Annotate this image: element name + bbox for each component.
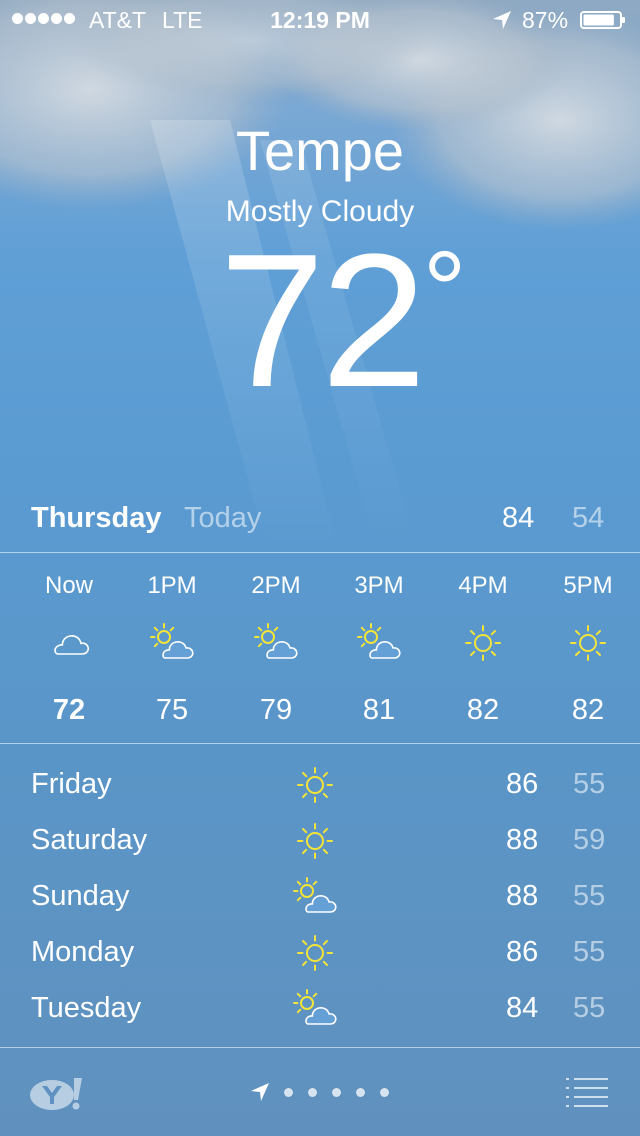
- day-low-temp: 55: [573, 880, 606, 912]
- current-temperature-value: 72: [219, 215, 426, 427]
- location-arrow-icon: [251, 1083, 269, 1101]
- status-bar: AT&T LTE 12:19 PM 87%: [0, 0, 640, 40]
- day-low-temp: 55: [573, 768, 606, 800]
- cloud-icon: [44, 618, 94, 668]
- current-temperature: 72°: [0, 226, 640, 416]
- day-high-temp: 88: [506, 824, 539, 856]
- page-dot: [284, 1088, 293, 1097]
- partly-sunny-icon: [290, 872, 340, 922]
- divider: [0, 743, 640, 744]
- today-label: Today: [184, 502, 262, 534]
- hour-time: 4PM: [458, 572, 508, 599]
- hour-temp: 79: [259, 694, 293, 726]
- hourly-forecast[interactable]: Now 72 1PM 75 2PM 79 3PM 81 4PM 82 5PM 8…: [0, 556, 640, 742]
- today-high-temp: 84: [502, 502, 535, 534]
- sun-icon: [563, 618, 613, 668]
- battery-icon: [580, 11, 625, 29]
- day-name: Sunday: [31, 880, 130, 912]
- day-high-temp: 88: [506, 880, 539, 912]
- yahoo-logo-icon[interactable]: [28, 1074, 90, 1114]
- battery-percentage: 87%: [522, 7, 569, 33]
- page-dot: [356, 1088, 365, 1097]
- hourly-item-4pm: 4PM 82: [431, 556, 535, 742]
- partly-sunny-icon: [354, 618, 404, 668]
- day-name: Saturday: [31, 824, 148, 856]
- partly-sunny-icon: [251, 618, 301, 668]
- day-name: Friday: [31, 768, 112, 800]
- daily-row-saturday: Saturday 88 59: [0, 812, 640, 868]
- hour-temp: 82: [571, 694, 605, 726]
- page-dot: [308, 1088, 317, 1097]
- daily-row-tuesday: Tuesday 84 55: [0, 980, 640, 1036]
- sun-icon: [290, 816, 340, 866]
- list-icon[interactable]: [564, 1076, 610, 1110]
- hour-temp: 72: [52, 694, 86, 726]
- day-low-temp: 59: [573, 824, 606, 856]
- sun-icon: [290, 928, 340, 978]
- day-name: Tuesday: [31, 992, 142, 1024]
- hourly-item-1pm: 1PM 75: [120, 556, 224, 742]
- hour-temp: 82: [466, 694, 500, 726]
- partly-sunny-icon: [147, 618, 197, 668]
- daily-row-friday: Friday 86 55: [0, 756, 640, 812]
- today-day-name: Thursday: [31, 502, 162, 534]
- hourly-item-2pm: 2PM 79: [224, 556, 328, 742]
- bottom-toolbar: [0, 1048, 640, 1136]
- hour-time: Now: [44, 572, 93, 599]
- hour-time: 1PM: [147, 572, 197, 599]
- hour-time: 5PM: [563, 572, 613, 599]
- daily-row-sunday: Sunday 88 55: [0, 868, 640, 924]
- daily-row-monday: Monday 86 55: [0, 924, 640, 980]
- divider: [0, 552, 640, 553]
- city-name: Tempe: [235, 119, 405, 182]
- day-low-temp: 55: [573, 992, 606, 1024]
- hour-time: 2PM: [251, 572, 301, 599]
- sun-icon: [458, 618, 508, 668]
- hour-time: 3PM: [354, 572, 404, 599]
- day-name: Monday: [31, 936, 135, 968]
- hour-temp: 75: [155, 694, 189, 726]
- degree-symbol: °: [422, 229, 467, 352]
- page-dot: [332, 1088, 341, 1097]
- day-high-temp: 84: [506, 992, 539, 1024]
- weather-screen: AT&T LTE 12:19 PM 87% Tempe Mostly Cloud…: [0, 0, 640, 1136]
- location-services-icon: [493, 11, 511, 29]
- hourly-item-now: Now 72: [17, 556, 121, 742]
- day-high-temp: 86: [506, 936, 539, 968]
- day-low-temp: 55: [573, 936, 606, 968]
- daily-forecast[interactable]: Friday 86 55 Saturday 88 59 Sunday 88 55…: [0, 756, 640, 1036]
- partly-sunny-icon: [290, 984, 340, 1034]
- page-dot: [380, 1088, 389, 1097]
- hourly-item-5pm: 5PM 82: [536, 556, 640, 742]
- today-summary-row: Thursday Today 84 54: [0, 490, 640, 546]
- day-high-temp: 86: [506, 768, 539, 800]
- hourly-item-3pm: 3PM 81: [327, 556, 431, 742]
- today-low-temp: 54: [572, 502, 605, 534]
- hour-temp: 81: [362, 694, 396, 726]
- sun-icon: [290, 760, 340, 810]
